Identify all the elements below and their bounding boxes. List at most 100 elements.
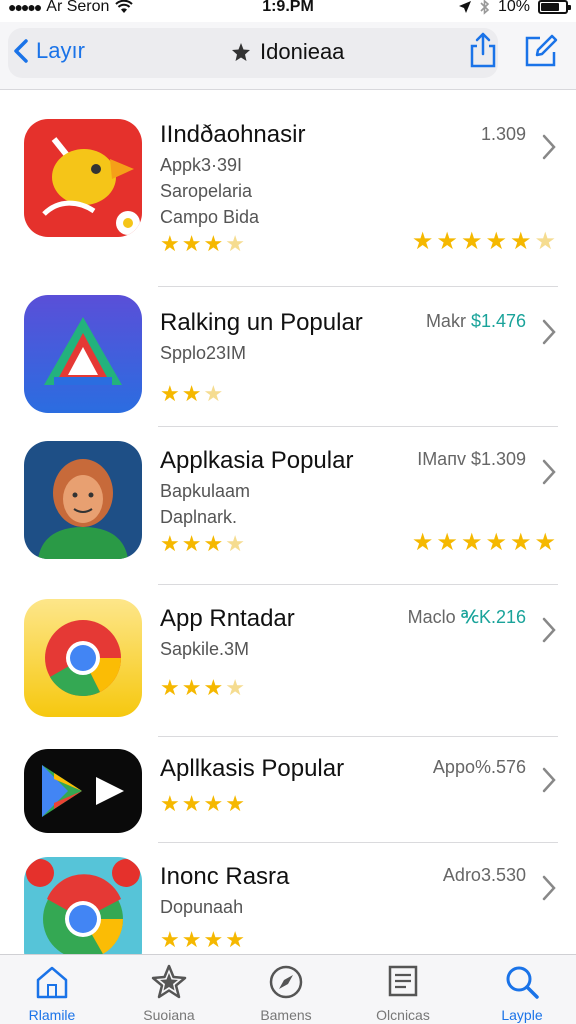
app-name: Apllkasis Popular	[160, 755, 345, 782]
star-icon: ★	[225, 927, 245, 952]
star-icon: ★	[460, 228, 483, 255]
star-icon: ★	[436, 228, 458, 255]
chevron-right-icon	[542, 319, 556, 345]
app-name: App Rntadar	[160, 605, 295, 632]
star-icon: ★	[181, 675, 202, 700]
star-rating: ★ ★ ★ ★	[160, 677, 245, 699]
star-icon: ★	[485, 228, 507, 255]
compass-icon	[269, 965, 303, 999]
star-icon: ★	[203, 791, 224, 816]
star-icon: ★	[203, 231, 224, 256]
list-item[interactable]: Applkasia Popular Bapkulaam Daplnark. IM…	[0, 427, 576, 585]
app-subtitle: Sapkile.3M	[160, 639, 250, 659]
compose-icon[interactable]	[524, 34, 558, 68]
tab-home[interactable]: Rlamile	[2, 963, 102, 1023]
chevron-left-icon	[14, 39, 28, 63]
tab-label: Olcnicas	[376, 1007, 430, 1023]
bird-app-icon[interactable]	[24, 119, 142, 237]
star-icon: ★	[460, 529, 483, 556]
tab-search[interactable]: Layple	[472, 963, 572, 1023]
star-icon: ★	[160, 531, 180, 556]
list-item[interactable]: Ralking un Popular Spplo23IM Makr $1.476…	[0, 287, 576, 427]
tab-lists[interactable]: Olcnicas	[353, 963, 453, 1023]
star-rating-secondary: ★ ★ ★ ★ ★ ★	[412, 531, 556, 555]
star-icon: ★	[203, 531, 224, 556]
half-star-icon: ★	[225, 231, 245, 256]
tab-label: Suoiana	[143, 1007, 195, 1023]
star-rating-secondary: ★ ★ ★ ★ ★ ★	[412, 230, 556, 254]
star-rating: ★ ★ ★ ★	[160, 233, 245, 255]
chrome-app-icon[interactable]	[24, 599, 142, 717]
app-name: Applkasia Popular	[160, 447, 354, 474]
triangle-app-icon[interactable]	[24, 295, 142, 413]
star-icon: ★	[411, 228, 434, 255]
app-price: Maclo ℀K.216	[407, 607, 526, 627]
app-subtitle: Daplnark.	[160, 507, 238, 527]
app-price: Adro3.530	[442, 865, 526, 885]
star-icon: ★	[436, 529, 458, 556]
tab-label: Rlamile	[28, 1007, 76, 1023]
tab-explore[interactable]: Bamens	[236, 963, 336, 1023]
star-rating: ★ ★ ★ ★	[160, 929, 245, 951]
app-name: Ralking un Popular	[160, 309, 363, 336]
app-subtitle: Campo Bida	[160, 207, 260, 227]
star-icon: ★	[181, 381, 202, 406]
half-star-icon: ★	[534, 228, 556, 255]
chevron-right-icon	[542, 875, 556, 901]
battery-icon	[538, 0, 571, 14]
star-icon: ★	[160, 791, 180, 816]
app-subtitle: Spplo23IM	[160, 343, 247, 363]
star-icon: ★	[181, 927, 202, 952]
star-icon: ★	[225, 791, 245, 816]
star-icon: ★	[160, 381, 180, 406]
star-badge-icon	[232, 43, 250, 61]
half-star-icon: ★	[225, 531, 245, 556]
star-icon: ★	[411, 529, 434, 556]
app-subtitle: Bapkulaam	[160, 481, 251, 501]
star-icon	[151, 964, 187, 999]
star-icon: ★	[203, 675, 224, 700]
bluetooth-icon	[480, 0, 490, 15]
star-icon: ★	[181, 791, 202, 816]
chevron-right-icon	[542, 767, 556, 793]
star-icon: ★	[509, 228, 532, 255]
play-app-icon[interactable]	[24, 749, 142, 833]
half-star-icon: ★	[225, 675, 245, 700]
chevron-right-icon	[542, 459, 556, 485]
tab-label: Bamens	[260, 1007, 312, 1023]
page-title: Idonieaa	[230, 39, 344, 65]
star-rating: ★ ★ ★ ★	[160, 533, 245, 555]
star-icon: ★	[181, 531, 202, 556]
app-name: IIndðaohnasir	[160, 121, 306, 148]
list-item[interactable]: IIndðaohnasir Appk3·39I Saropelaria Camp…	[0, 91, 576, 287]
star-rating: ★ ★ ★	[160, 383, 223, 405]
location-icon	[458, 1, 471, 13]
navigation-bar: Layır Idonieaa	[0, 22, 576, 90]
status-bar: ●●●●● Ar Seron 1:9.PM 10%	[0, 0, 576, 22]
share-icon[interactable]	[468, 32, 498, 68]
app-subtitle: Dopunaah	[160, 897, 244, 917]
star-icon: ★	[160, 231, 180, 256]
page-title-text: Idonieaa	[260, 39, 345, 64]
home-icon	[36, 966, 68, 999]
back-button[interactable]: Layır	[12, 38, 85, 64]
list-item[interactable]: App Rntadar Sapkile.3M Maclo ℀K.216 ★ ★ ★ ★	[0, 585, 576, 737]
star-icon: ★	[534, 529, 556, 556]
tab-featured[interactable]: Suoiana	[119, 963, 219, 1023]
list-icon	[388, 965, 418, 997]
chevron-right-icon	[542, 617, 556, 643]
star-icon: ★	[160, 927, 180, 952]
app-price: Appo%.576	[432, 757, 526, 777]
battery-percent: 10%	[497, 0, 530, 15]
tab-bar: Rlamile Suoiana Bamens Olcnicas Layple	[0, 954, 576, 1024]
list-item[interactable]: Inonc Rasra Dopunaah Adro3.530 ★ ★ ★ ★	[0, 843, 576, 975]
avatar-app-icon[interactable]	[24, 441, 142, 559]
star-icon: ★	[203, 927, 224, 952]
star-icon: ★	[181, 231, 202, 256]
app-subtitle: Saropelaria	[160, 181, 253, 201]
search-icon	[506, 966, 539, 999]
back-button-label: Layır	[36, 38, 85, 63]
half-star-icon: ★	[203, 381, 224, 406]
list-item[interactable]: Apllkasis Popular Appo%.576 ★ ★ ★ ★	[0, 737, 576, 843]
star-icon: ★	[485, 529, 507, 556]
